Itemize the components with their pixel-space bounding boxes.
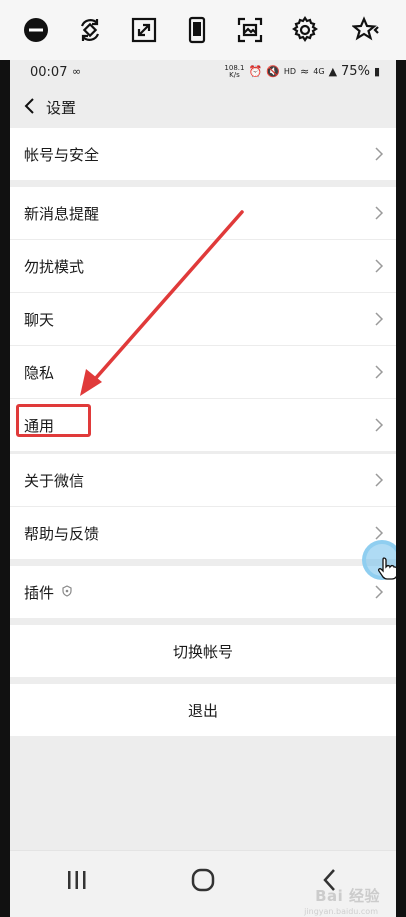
gear-icon[interactable] xyxy=(289,14,321,46)
screenshot-icon[interactable] xyxy=(234,14,266,46)
hand-cursor-icon xyxy=(378,557,396,580)
star-icon[interactable] xyxy=(350,14,382,46)
home-icon[interactable] xyxy=(190,867,216,893)
signal-icon: ▲ xyxy=(328,65,338,78)
network-speed: 108.1 K/s xyxy=(224,63,245,79)
chevron-right-icon xyxy=(375,526,384,540)
header-bar: 设置 xyxy=(10,86,396,126)
settings-item-do-not-disturb[interactable]: 勿扰模式 xyxy=(10,240,396,293)
link-icon: ∞ xyxy=(72,65,82,78)
chevron-right-icon xyxy=(375,147,384,161)
signal-label: 4G xyxy=(313,67,325,76)
switch-account-button[interactable]: 切换帐号 xyxy=(10,625,396,677)
watermark: Bai 经验 xyxy=(315,887,380,905)
wifi-icon: ≈ xyxy=(300,65,310,78)
settings-item-help-feedback[interactable]: 帮助与反馈 xyxy=(10,507,396,559)
status-bar: 00:07 ∞ 108.1 K/s ⏰ 🔇 HD ≈ 4G ▲ 75% ▮ xyxy=(10,60,396,86)
page-title: 设置 xyxy=(46,99,77,117)
chevron-right-icon xyxy=(375,312,384,326)
chevron-right-icon xyxy=(375,418,384,432)
logout-button[interactable]: 退出 xyxy=(10,684,396,736)
chevron-right-icon xyxy=(375,206,384,220)
system-nav-bar: Bai 经验 jingyan.baidu.com xyxy=(10,850,396,917)
hd-icon: HD xyxy=(283,67,297,76)
chevron-right-icon xyxy=(375,365,384,379)
expand-icon[interactable] xyxy=(128,14,160,46)
battery-percent: 75% xyxy=(341,64,370,79)
settings-group-about: 关于微信 帮助与反馈 xyxy=(10,454,396,559)
phone-frame-left xyxy=(0,60,10,917)
battery-icon: ▮ xyxy=(373,65,380,78)
mute-icon: 🔇 xyxy=(266,65,280,78)
settings-item-plugins[interactable]: 插件 xyxy=(10,566,396,618)
settings-group-plugins: 插件 xyxy=(10,566,396,618)
settings-item-about-wechat[interactable]: 关于微信 xyxy=(10,454,396,507)
alarm-icon: ⏰ xyxy=(248,65,263,78)
watermark-sub: jingyan.baidu.com xyxy=(304,907,378,916)
plugin-badge-icon xyxy=(62,585,72,597)
rotate-icon[interactable] xyxy=(74,14,106,46)
minus-circle-icon[interactable] xyxy=(20,14,52,46)
screenshot-toolbar xyxy=(0,0,406,60)
phone-screen: 00:07 ∞ 108.1 K/s ⏰ 🔇 HD ≈ 4G ▲ 75% ▮ 设置… xyxy=(10,60,396,917)
chevron-right-icon xyxy=(375,473,384,487)
phone-icon[interactable] xyxy=(181,14,213,46)
settings-item-privacy[interactable]: 隐私 xyxy=(10,346,396,399)
chevron-right-icon xyxy=(375,259,384,273)
phone-frame-right xyxy=(396,60,406,917)
settings-group-account: 帐号与安全 xyxy=(10,128,396,180)
settings-item-chat[interactable]: 聊天 xyxy=(10,293,396,346)
highlight-box xyxy=(16,404,91,437)
recent-apps-icon[interactable] xyxy=(65,869,89,891)
back-arrow-icon[interactable] xyxy=(20,96,40,116)
chevron-right-icon xyxy=(375,585,384,599)
settings-item-account-security[interactable]: 帐号与安全 xyxy=(10,128,396,180)
status-time: 00:07 xyxy=(30,65,68,80)
settings-item-notifications[interactable]: 新消息提醒 xyxy=(10,187,396,240)
